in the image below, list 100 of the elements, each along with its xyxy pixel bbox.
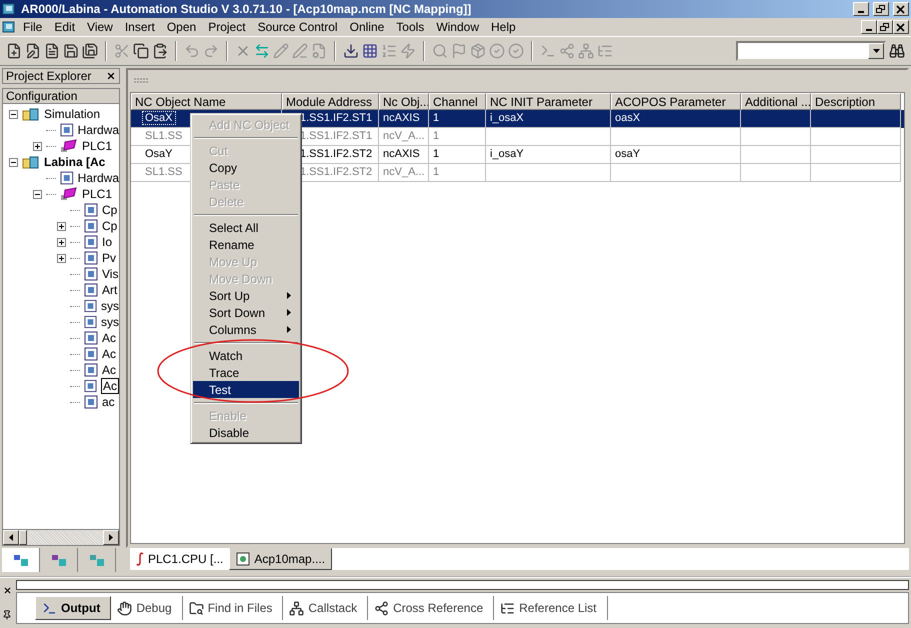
tree-item[interactable]: Io — [102, 235, 112, 249]
panel-tab[interactable] — [2, 548, 40, 572]
blocks-icon — [12, 553, 28, 567]
tree-item[interactable]: sys — [101, 299, 119, 313]
collapse-toggle[interactable] — [9, 110, 18, 118]
menu-item[interactable]: Watch — [193, 347, 299, 364]
menu-item[interactable]: Insert — [118, 20, 161, 34]
column-header[interactable]: Description — [811, 93, 901, 110]
menu-item[interactable]: Columns — [193, 321, 299, 338]
tree-item[interactable]: Hardwa — [78, 123, 119, 137]
dropdown-icon[interactable] — [872, 49, 880, 53]
tree-item[interactable]: Art — [102, 283, 118, 297]
expand-toggle[interactable] — [33, 142, 42, 150]
restore-button[interactable] — [873, 2, 889, 16]
close-button[interactable] — [893, 2, 909, 16]
tree-item[interactable]: Cp — [102, 203, 118, 217]
output-tab[interactable]: Reference List — [494, 596, 608, 620]
document-icon — [84, 219, 98, 233]
output-tab[interactable]: Debug — [111, 596, 183, 620]
collapse-toggle[interactable] — [9, 158, 18, 166]
column-header[interactable]: Module Address — [282, 93, 379, 110]
menu-item[interactable]: Disable — [193, 424, 299, 441]
pin-icon[interactable] — [2, 610, 12, 620]
menu-item[interactable]: Tools — [390, 20, 430, 34]
tree-item[interactable]: ac — [102, 395, 115, 409]
tree-item[interactable]: Vis — [102, 267, 118, 281]
menu-item[interactable]: Test — [193, 381, 299, 398]
copy-icon[interactable] — [133, 43, 149, 59]
download-icon[interactable] — [343, 43, 359, 59]
minimize-button[interactable] — [853, 2, 869, 16]
check-circle-icon[interactable] — [489, 43, 505, 59]
check-circle-icon[interactable] — [508, 43, 524, 59]
paste-icon[interactable] — [152, 43, 168, 59]
column-header[interactable]: ACOPOS Parameter — [611, 93, 741, 110]
save-all-icon[interactable] — [82, 43, 98, 59]
tab[interactable]: Configuration — [2, 88, 120, 103]
menu-item[interactable]: File — [17, 20, 48, 34]
menu-item[interactable]: Sort Up — [193, 287, 299, 304]
restore-button[interactable] — [877, 20, 893, 34]
tree-item[interactable]: sys — [101, 315, 119, 329]
menu-item[interactable]: Open — [160, 20, 202, 34]
tree-item[interactable]: Ac — [102, 363, 116, 377]
expand-toggle[interactable] — [57, 254, 66, 262]
tree-item[interactable]: Simulation — [44, 107, 100, 121]
menu-item[interactable]: Copy — [193, 159, 299, 176]
expand-toggle[interactable] — [57, 222, 66, 230]
app-icon[interactable] — [2, 2, 17, 16]
menu-item[interactable]: Rename — [193, 236, 299, 253]
menu-item[interactable]: Source Control — [252, 20, 344, 34]
tree-item[interactable]: Ac — [102, 331, 116, 345]
tree-item[interactable]: Labina [Ac — [44, 155, 106, 169]
document-tab[interactable]: PLC1.CPU [... — [130, 548, 230, 570]
collapse-toggle[interactable] — [33, 190, 42, 198]
document-tab[interactable]: Acp10map.... — [229, 548, 332, 570]
column-header[interactable]: NC Object Name — [131, 93, 282, 110]
grip-icon[interactable] — [134, 78, 148, 84]
menu-item[interactable]: Project — [202, 20, 252, 34]
tree-item[interactable]: PLC1 — [82, 187, 112, 201]
grid-icon[interactable] — [362, 43, 378, 59]
close-icon[interactable] — [2, 586, 12, 595]
document-icon — [60, 171, 74, 185]
column-header[interactable]: Additional ... — [741, 93, 811, 110]
column-header[interactable]: NC INIT Parameter — [486, 93, 611, 110]
scroll-right-icon[interactable] — [109, 534, 113, 541]
close-icon[interactable] — [106, 71, 116, 81]
expand-toggle[interactable] — [57, 238, 66, 246]
edit-file-icon[interactable] — [25, 43, 41, 59]
menu-item[interactable]: Window — [430, 20, 485, 34]
tree-item[interactable]: Cp — [102, 219, 118, 233]
binoculars-icon[interactable] — [889, 43, 905, 59]
tree-item[interactable]: Pv — [102, 251, 116, 265]
menu-item[interactable]: Edit — [48, 20, 82, 34]
plus-icon — [58, 222, 65, 230]
menu-item[interactable]: Sort Down — [193, 304, 299, 321]
scroll-thumb[interactable] — [19, 530, 27, 545]
menu-item[interactable]: Select All — [193, 219, 299, 236]
combo-box[interactable] — [736, 41, 886, 61]
document-menu-icon[interactable] — [2, 20, 17, 34]
table-cell-text: ncV_A... — [382, 166, 426, 178]
output-tab[interactable]: Find in Files — [182, 596, 284, 620]
menu-item[interactable]: Help — [485, 20, 522, 34]
column-header[interactable]: Channel — [429, 93, 486, 110]
new-file-icon[interactable] — [6, 43, 22, 59]
horizontal-scrollbar[interactable] — [2, 530, 120, 546]
tree-item[interactable]: PLC1 — [82, 139, 112, 153]
menu-item[interactable]: Trace — [193, 364, 299, 381]
tree-item[interactable]: Ac — [100, 378, 119, 394]
output-tab[interactable]: Callstack — [283, 596, 368, 620]
output-tab[interactable]: Cross Reference — [368, 596, 494, 620]
close-button[interactable] — [893, 20, 909, 34]
minimize-button[interactable] — [861, 20, 877, 34]
menu-item[interactable]: Online — [344, 20, 390, 34]
output-tab[interactable]: Output — [35, 596, 112, 620]
tree-item[interactable]: Hardwa — [78, 171, 119, 185]
scroll-left-icon[interactable] — [9, 534, 13, 541]
tree-item[interactable]: Ac — [102, 347, 116, 361]
document-icon[interactable] — [44, 43, 60, 59]
save-icon[interactable] — [63, 43, 79, 59]
menu-item[interactable]: View — [81, 20, 119, 34]
minimize-icon — [858, 11, 864, 13]
